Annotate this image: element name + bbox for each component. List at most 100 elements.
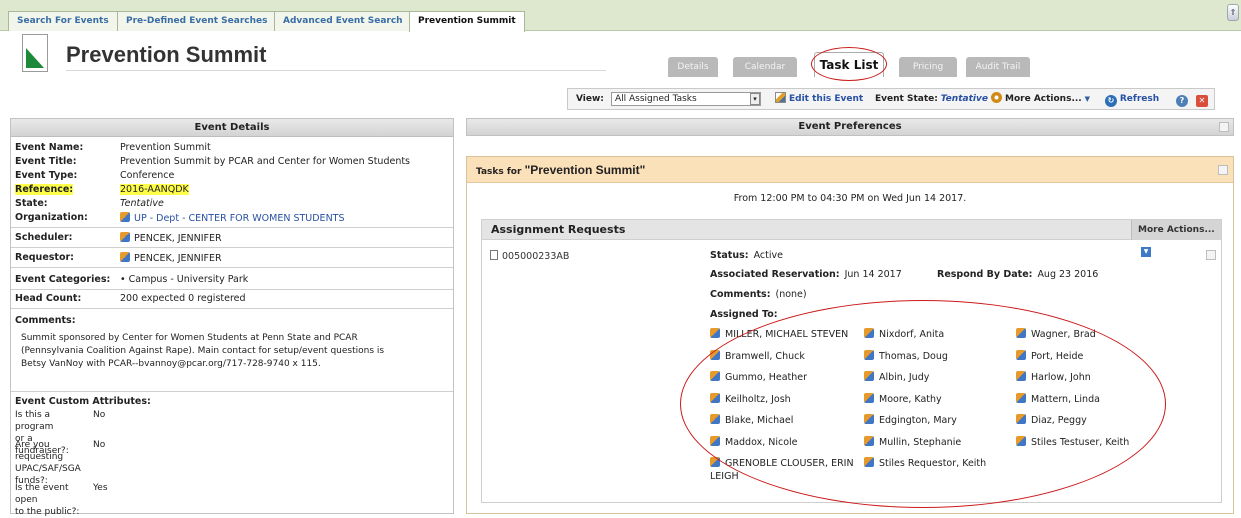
assignee-item[interactable]: Wagner, Brad [1016, 328, 1161, 341]
event-details-header: Event Details [11, 119, 453, 137]
comments-title: Comments: [15, 315, 76, 326]
person-icon [864, 457, 874, 467]
note-icon [490, 250, 498, 260]
assignee-item[interactable]: GRENOBLE CLOUSER, ERIN LEIGH [710, 457, 855, 483]
help-icon: ? [1176, 95, 1188, 107]
assignment-more-actions[interactable]: More Actions...▼ [1131, 220, 1221, 257]
request-id[interactable]: 005000233AB [490, 250, 569, 262]
more-actions-menu[interactable]: More Actions... ▼ [991, 89, 1090, 109]
tab-search-for-events[interactable]: Search For Events [8, 11, 118, 31]
tab-advanced-event-search[interactable]: Advanced Event Search [274, 11, 412, 31]
person-icon [1016, 349, 1026, 360]
event-details-panel: Event Details Event Name: Prevention Summ… [10, 118, 454, 517]
assignee-item[interactable]: Moore, Kathy [864, 392, 1009, 406]
refresh-button[interactable]: ↻ Refresh [1105, 89, 1159, 109]
gear-icon [991, 92, 1002, 103]
tasks-title: "Prevention Summit" [524, 163, 646, 177]
divider [11, 308, 453, 309]
comments-field: Comments: (none) [710, 289, 807, 300]
tab-calendar[interactable]: Calendar [733, 57, 797, 77]
event-time-range: From 12:00 PM to 04:30 PM on Wed Jun 14 … [733, 193, 967, 204]
divider [11, 289, 453, 290]
assignment-requests: Assignment Requests More Actions...▼ 005… [481, 219, 1222, 503]
organization-link[interactable]: UP - Dept - CENTER FOR WOMEN STUDENTS [134, 213, 345, 224]
person-icon [864, 414, 874, 424]
tab-audit-trail[interactable]: Audit Trail [966, 57, 1030, 77]
organization-icon [120, 212, 130, 222]
person-icon [710, 392, 720, 403]
tasks-panel: Tasks for "Prevention Summit" From 12:00… [466, 156, 1234, 514]
refresh-icon: ↻ [1105, 95, 1117, 107]
chevron-down-icon: ▼ [1141, 247, 1151, 257]
person-icon [710, 435, 720, 446]
tab-task-list[interactable]: Task List [814, 52, 884, 77]
person-icon [120, 232, 130, 242]
assigned-to-label: Assigned To: [710, 309, 778, 320]
person-icon [120, 252, 130, 262]
tab-prevention-summit[interactable]: Prevention Summit [409, 11, 525, 32]
person-icon [1016, 392, 1026, 403]
status-field: Status: Active [710, 250, 783, 261]
assignee-item[interactable]: Nixdorf, Anita [864, 328, 1009, 341]
assignment-requests-header: Assignment Requests More Actions...▼ [482, 220, 1221, 257]
help-button[interactable]: ? [1176, 89, 1188, 109]
person-icon [1016, 328, 1026, 338]
collapse-button[interactable]: ⇑ [1227, 4, 1239, 21]
divider [11, 267, 453, 268]
assignee-item[interactable]: Mullin, Stephanie [864, 435, 1009, 449]
assignee-item[interactable]: MILLER, MICHAEL STEVEN [710, 328, 855, 341]
event-state-dropdown[interactable]: Event State: Tentative ▼ [875, 89, 996, 109]
person-icon [710, 414, 720, 424]
person-icon [864, 328, 874, 338]
requestor-link[interactable]: PENCEK, JENNIFER [134, 253, 222, 264]
view-label: View: [576, 94, 604, 104]
divider [11, 247, 453, 248]
assignee-item[interactable]: Mattern, Linda [1016, 392, 1161, 406]
assignee-item[interactable]: Gummo, Heather [710, 371, 855, 384]
person-icon [864, 392, 874, 403]
view-select[interactable]: All Assigned Tasks [611, 92, 761, 106]
top-tab-strip: Search For Events Pre-Defined Event Sear… [0, 0, 1241, 32]
assignee-item[interactable]: Port, Heide [1016, 349, 1161, 363]
person-icon [864, 371, 874, 381]
request-checkbox[interactable] [1206, 250, 1216, 260]
close-button[interactable]: ✕ [1196, 89, 1208, 109]
page-title: Prevention Summit [66, 42, 267, 67]
person-icon [1016, 435, 1026, 446]
edit-event-button[interactable]: Edit this Event [775, 89, 863, 109]
person-icon [864, 349, 874, 360]
person-icon [710, 328, 720, 338]
tasks-header: Tasks for "Prevention Summit" [467, 157, 1233, 183]
person-icon [710, 457, 720, 467]
person-icon [710, 349, 720, 360]
assignee-item[interactable]: Maddox, Nicole [710, 435, 855, 449]
assignee-item[interactable]: Blake, Michael [710, 414, 855, 427]
assignee-item[interactable]: Edgington, Mary [864, 414, 1009, 427]
collapse-icon[interactable] [1218, 165, 1228, 175]
assignee-item[interactable]: Stiles Requestor, Keith [864, 457, 1009, 470]
scheduler-link[interactable]: PENCEK, JENNIFER [134, 233, 222, 244]
person-icon [1016, 414, 1026, 424]
expand-icon[interactable] [1219, 122, 1229, 132]
assignee-item[interactable]: Thomas, Doug [864, 349, 1009, 363]
divider [11, 391, 453, 392]
custom-attributes-title: Event Custom Attributes: [15, 396, 151, 407]
chevron-down-icon[interactable]: ▾ [750, 93, 760, 105]
assignee-item[interactable]: Diaz, Peggy [1016, 414, 1161, 427]
divider [11, 227, 453, 228]
assignee-item[interactable]: Albin, Judy [864, 371, 1009, 384]
tab-predefined-event-searches[interactable]: Pre-Defined Event Searches [117, 11, 277, 31]
tab-pricing[interactable]: Pricing [899, 57, 957, 77]
tab-details[interactable]: Details [668, 57, 718, 77]
header-divider [66, 70, 606, 71]
pencil-icon [775, 92, 786, 103]
event-toolbar: View: All Assigned Tasks ▾ Edit this Eve… [567, 88, 1215, 110]
assignee-item[interactable]: Bramwell, Chuck [710, 349, 855, 363]
respond-by-field: Respond By Date: Aug 23 2016 [937, 269, 1099, 280]
assignee-item[interactable]: Stiles Testuser, Keith [1016, 435, 1161, 449]
assignee-item[interactable]: Harlow, John [1016, 371, 1161, 384]
assignee-item[interactable]: Keilholtz, Josh [710, 392, 855, 406]
close-icon: ✕ [1196, 95, 1208, 107]
event-preferences-header[interactable]: Event Preferences [466, 118, 1234, 136]
person-icon [710, 371, 720, 381]
